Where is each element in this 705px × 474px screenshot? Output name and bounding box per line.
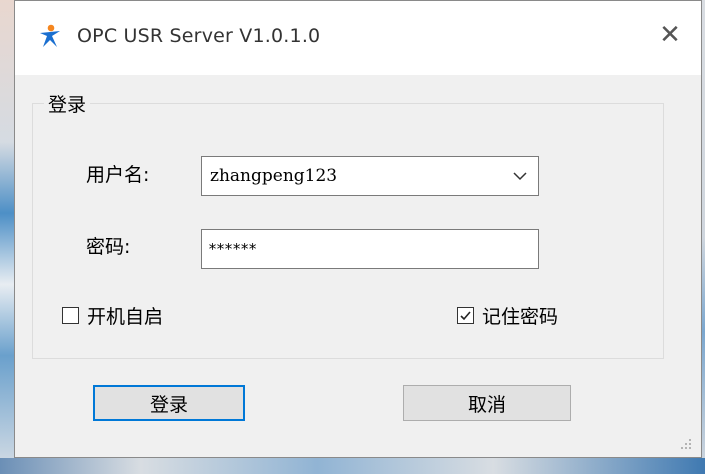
cancel-button[interactable]: 取消	[403, 385, 571, 421]
login-group-legend: 登录	[44, 90, 91, 117]
username-value[interactable]: zhangpeng123	[210, 166, 337, 186]
checkmark-icon	[460, 311, 471, 321]
password-value[interactable]: ******	[208, 240, 257, 258]
autostart-checkbox-box[interactable]	[62, 307, 79, 324]
username-combobox[interactable]: zhangpeng123	[201, 156, 539, 196]
remember-password-checkbox-box[interactable]	[457, 307, 474, 324]
close-icon: ✕	[659, 20, 681, 50]
chevron-down-icon[interactable]	[512, 169, 528, 183]
resize-grip-icon[interactable]	[680, 438, 692, 450]
password-label: 密码:	[86, 236, 131, 258]
window-title: OPC USR Server V1.0.1.0	[77, 25, 321, 47]
title-bar[interactable]: OPC USR Server V1.0.1.0 ✕	[15, 1, 701, 75]
autostart-checkbox[interactable]: 开机自启	[62, 302, 163, 329]
usr-logo-icon	[40, 24, 60, 47]
close-button[interactable]: ✕	[651, 17, 689, 53]
login-button[interactable]: 登录	[93, 385, 245, 421]
desktop-background-bottom	[0, 458, 705, 474]
password-field[interactable]: ******	[201, 229, 539, 269]
username-label: 用户名:	[86, 164, 150, 186]
remember-password-checkbox[interactable]: 记住密码	[457, 302, 558, 329]
remember-password-label[interactable]: 记住密码	[482, 302, 558, 329]
autostart-label[interactable]: 开机自启	[87, 302, 163, 329]
